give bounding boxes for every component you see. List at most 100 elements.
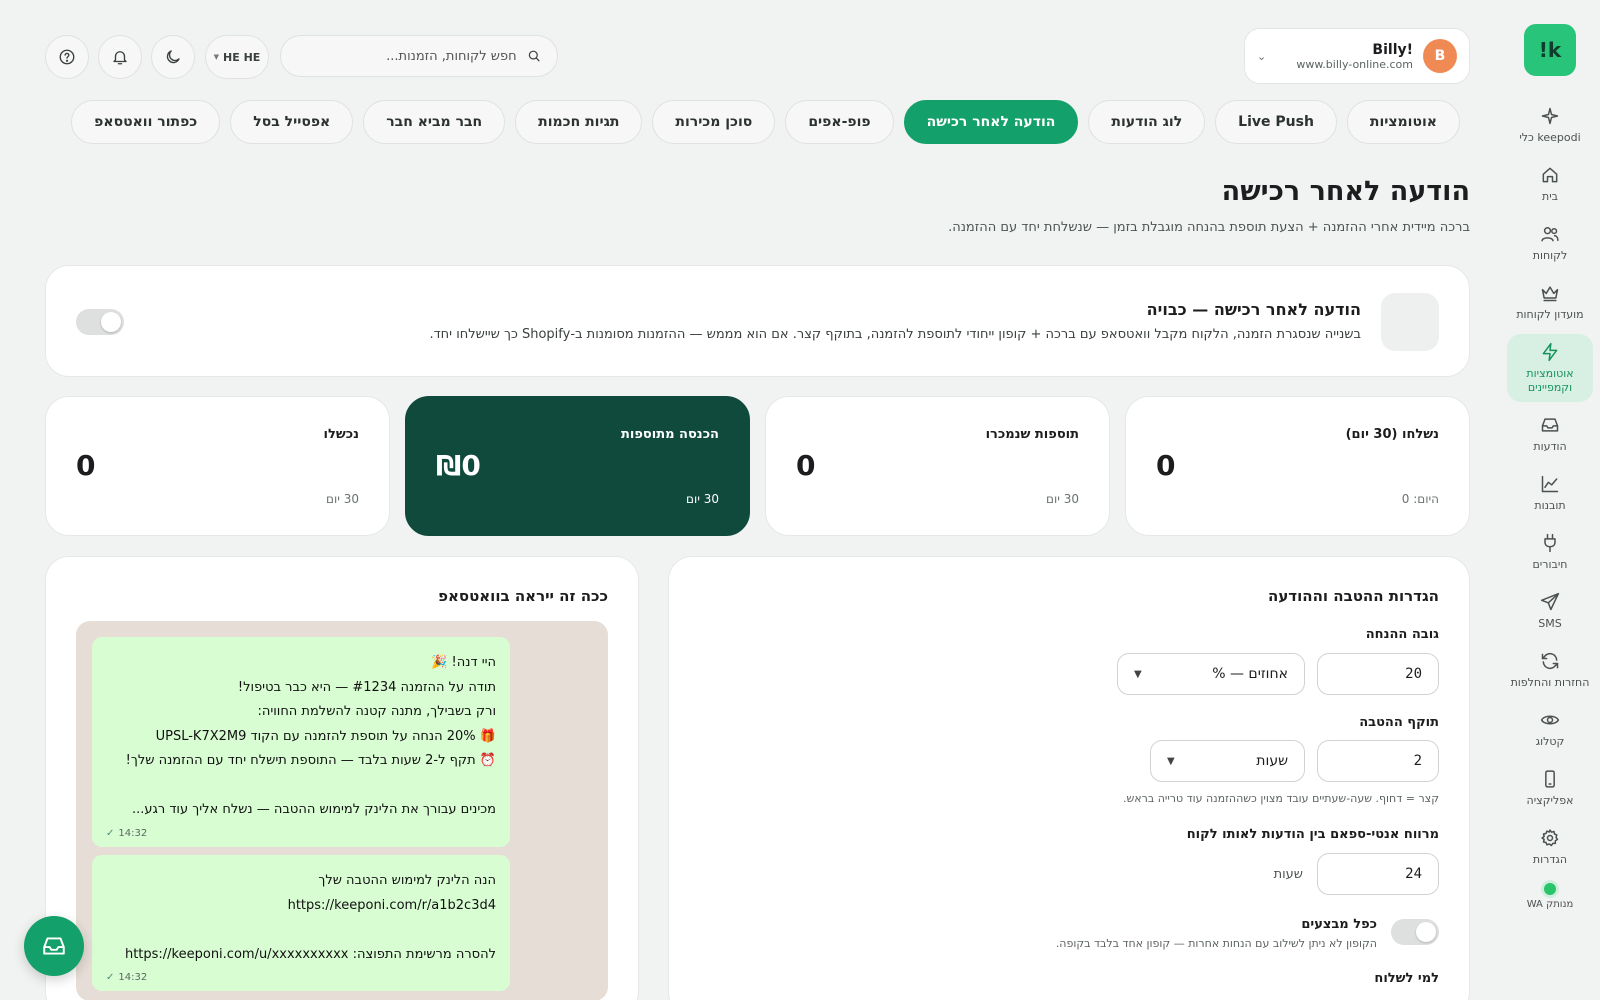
preview-title: ככה זה ייראה בוואטסאפ <box>438 587 608 605</box>
stat-value: 0 <box>796 449 816 482</box>
inbox-icon <box>43 937 65 955</box>
feature-title: הודעה לאחר רכישה — כבויה <box>1146 300 1361 319</box>
search-icon <box>528 50 540 62</box>
avatar: B <box>1423 39 1457 73</box>
sidebar-item-integrations[interactable]: חיבורים <box>1507 525 1593 579</box>
tab-whatsapp-button[interactable]: כפתור וואטסאפ <box>71 100 221 144</box>
sidebar-item-automations[interactable]: אוטומציות וקמפיינים <box>1507 334 1593 402</box>
section-tabs: אוטומציות Live Push לוג הודעות הודעה לאח… <box>71 100 1460 144</box>
sidebar-item-sms[interactable]: SMS <box>1507 584 1593 638</box>
sidebar-list: כלי keepodi בית לקוחות מועדון לקוחות אוט… <box>1500 98 1600 910</box>
feature-status-card: הודעה לאחר רכישה — כבויה בשנייה שנסגרת ה… <box>45 265 1470 377</box>
sidebar-item-app[interactable]: אפליקציה <box>1507 761 1593 815</box>
message-line: היי דנה! 🎉 <box>431 655 496 670</box>
theme-toggle-button[interactable] <box>151 35 195 79</box>
help-icon <box>59 49 75 65</box>
status-dot <box>1544 883 1556 895</box>
wa-status[interactable]: WA מנותק <box>1527 883 1573 910</box>
check-icon: ✓ <box>106 972 115 983</box>
combo-discount-toggle[interactable] <box>1391 919 1439 945</box>
send-to-label: למי לשלוח <box>1374 971 1439 986</box>
message-time: 14:32 <box>118 972 148 983</box>
feature-icon <box>1381 293 1439 351</box>
message-line: ורק בשבילך, מתנה קטנה להשלמת החוויה: <box>257 704 496 719</box>
sidebar-item-returns[interactable]: החזרות והחלפות <box>1507 643 1593 697</box>
sidebar-item-customers[interactable]: לקוחות <box>1507 216 1593 270</box>
validity-value-input[interactable] <box>1317 740 1439 782</box>
antispam-value-input[interactable] <box>1317 853 1439 895</box>
inbox-fab-button[interactable] <box>24 916 84 976</box>
antispam-unit: שעות <box>1273 867 1303 882</box>
tab-cart-upsell[interactable]: אפסייל בסל <box>230 100 354 144</box>
search-bar <box>280 35 558 77</box>
stat-label: נשלחו (30 יום) <box>1345 427 1439 442</box>
tab-message-log[interactable]: לוג הודעות <box>1088 100 1206 144</box>
whatsapp-preview-card: ככה זה ייראה בוואטסאפ היי דנה! 🎉 תודה על… <box>45 556 639 1000</box>
sidebar-item-home[interactable]: בית <box>1507 157 1593 211</box>
message-line: להסרה מרשימת התפוצה: https://keeponi.com… <box>124 946 496 962</box>
stat-footnote: 30 יום <box>1045 492 1079 506</box>
search-input[interactable] <box>297 48 517 64</box>
tab-post-purchase[interactable]: הודעה לאחר רכישה <box>903 100 1079 144</box>
page-title: הודעה לאחר רכישה <box>1221 176 1470 207</box>
message-line: מכינים עבורך את הלינק למימוש ההטבה — נשל… <box>131 802 496 817</box>
language-switcher[interactable]: ▼ HE HE <box>205 35 269 79</box>
sidebar-item-keepodi-tools[interactable]: כלי keepodi <box>1507 98 1593 152</box>
discount-value-input[interactable] <box>1317 653 1439 695</box>
tab-smart-tags[interactable]: תגיות חכמות <box>515 100 643 144</box>
sidebar-item-insights[interactable]: תובנות <box>1507 466 1593 520</box>
sidebar-item-catalog[interactable]: קטלוג <box>1507 702 1593 756</box>
message-line: https://keeponi.com/r/a1b2c3d4 <box>287 897 496 913</box>
discount-type-select[interactable]: ▼ % — אחוזים <box>1117 653 1305 695</box>
sidebar-item-messages[interactable]: הודעות <box>1507 407 1593 461</box>
sparkle-icon <box>1541 107 1559 125</box>
app-logo[interactable]: !k <box>1524 24 1576 76</box>
stat-value: 0 <box>76 449 96 482</box>
help-button[interactable] <box>45 35 89 79</box>
stat-footnote: 30 יום <box>325 492 359 506</box>
stat-card-sent: נשלחו (30 יום) 0 היום: 0 <box>1125 396 1470 536</box>
combo-description: הקופון לא ניתן לשילוב עם הנחות אחרות — ק… <box>1055 937 1377 950</box>
chart-icon <box>1541 475 1559 493</box>
message-meta: ✓ 14:32 <box>106 827 496 841</box>
message-meta: ✓ 14:32 <box>106 971 496 985</box>
moon-icon <box>166 50 180 64</box>
tab-automations[interactable]: אוטומציות <box>1346 100 1460 144</box>
tab-live-push[interactable]: Live Push <box>1215 100 1337 144</box>
notifications-button[interactable] <box>98 35 142 79</box>
sidebar: !k כלי keepodi בית לקוחות מועדון לקוחות … <box>1500 0 1600 1000</box>
message-line <box>106 774 496 799</box>
message-bubble: הנה הלינק למימוש ההטבה שלך https://keepo… <box>92 855 510 991</box>
store-name: Billy! <box>1372 41 1413 58</box>
validity-unit-select[interactable]: ▼ שעות <box>1150 740 1305 782</box>
stat-card-addon-revenue: הכנסה מתוספות ₪0 30 יום <box>405 396 750 536</box>
plug-icon <box>1544 533 1556 553</box>
sidebar-item-label: אוטומציות וקמפיינים <box>1526 367 1574 394</box>
sidebar-item-loyalty-club[interactable]: מועדון לקוחות <box>1507 275 1593 329</box>
check-icon: ✓ <box>106 827 115 839</box>
validity-unit-value: שעות <box>1256 753 1288 769</box>
offer-settings-card: הגדרות ההטבה וההודעה גובה ההנחה ▼ % — אח… <box>668 556 1470 1000</box>
message-time: 14:32 <box>118 827 148 839</box>
tab-popups[interactable]: פופ-אפים <box>785 100 894 144</box>
message-line <box>106 918 496 943</box>
sidebar-item-label: תובנות <box>1534 499 1566 512</box>
discount-type-value: % — אחוזים <box>1212 666 1288 682</box>
tab-sales-agent[interactable]: סוכן מכירות <box>652 100 776 144</box>
message-line: 🎁 20% הנחה על תוספת להזמנה עם הקוד UPSL-… <box>155 728 496 744</box>
store-url: www.billy-online.com <box>1296 57 1413 71</box>
stat-label: נכשלו <box>323 427 359 442</box>
store-info: Billy! www.billy-online.com <box>1276 42 1413 71</box>
gear-icon <box>1541 829 1559 847</box>
sidebar-item-settings[interactable]: הגדרות <box>1507 820 1593 874</box>
crown-icon <box>1541 286 1559 302</box>
sidebar-item-label: SMS <box>1538 617 1562 630</box>
store-switcher[interactable]: B Billy! www.billy-online.com ⌄ <box>1244 28 1470 84</box>
settings-title: הגדרות ההטבה וההודעה <box>1268 587 1439 605</box>
caret-down-icon: ▼ <box>1167 755 1175 767</box>
page-subtitle: ברכה מיידית אחרי ההזמנה + הצעת תוספת בהנ… <box>948 220 1470 235</box>
stat-card-failed: נכשלו 0 30 יום <box>45 396 390 536</box>
feature-enable-toggle[interactable] <box>76 309 124 335</box>
tab-referral[interactable]: חבר מביא חבר <box>363 100 506 144</box>
sidebar-item-label: מועדון לקוחות <box>1516 308 1584 321</box>
